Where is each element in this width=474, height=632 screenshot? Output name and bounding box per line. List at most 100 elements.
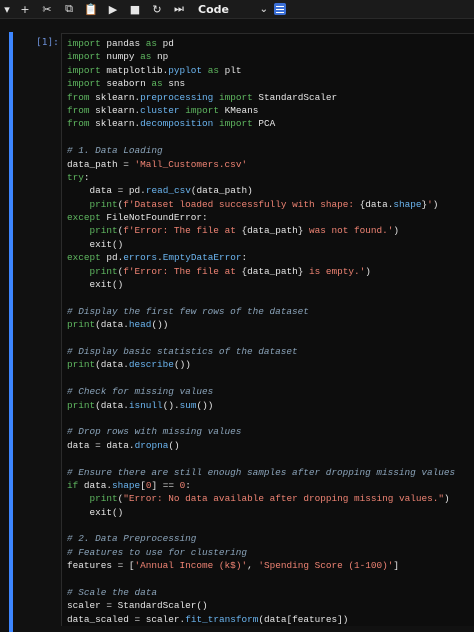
code-token: errors <box>123 252 158 264</box>
code-token: {data <box>359 198 388 210</box>
code-line: # Features to use for clustering <box>67 546 455 559</box>
restart-icon[interactable]: ↻ <box>146 0 168 19</box>
code-token: was not found.' <box>303 225 394 237</box>
code-token: PCA <box>252 118 276 130</box>
code-token: matplotlib <box>100 64 163 76</box>
code-token: pd <box>100 252 118 264</box>
code-token: pd <box>157 38 174 49</box>
code-token: ()) <box>196 399 214 411</box>
code-token: () <box>168 439 180 451</box>
code-token: except <box>67 212 101 224</box>
code-token: ] <box>151 479 163 491</box>
code-token: # Features to use for clustering <box>67 546 248 558</box>
save-icon[interactable]: ▾ <box>0 0 14 19</box>
code-token: pandas <box>100 38 146 49</box>
code-token: # Scale the data <box>67 587 158 599</box>
code-token: try <box>67 171 84 183</box>
cut-icon[interactable]: ✂ <box>36 0 58 19</box>
code-token: sum <box>179 399 197 411</box>
run-icon[interactable]: ▶ <box>102 0 124 19</box>
code-line: data_path = 'Mall_Customers.csv' <box>67 158 455 171</box>
code-token: {data_path} <box>241 225 304 237</box>
code-token: describe <box>128 359 174 371</box>
code-token: # 2. Data Preprocessing <box>67 533 197 545</box>
code-token: pyplot <box>168 64 203 76</box>
code-token: data_scaled <box>67 613 135 625</box>
run-all-icon[interactable]: ⏭ <box>168 0 190 19</box>
code-token: plt <box>218 64 242 76</box>
code-token: (data_path) <box>190 185 253 197</box>
code-line: print(f'Dataset loaded successfully with… <box>67 198 455 211</box>
code-token: np <box>151 51 169 63</box>
code-token: ) <box>432 198 439 210</box>
code-token: as <box>145 38 158 49</box>
code-line: print("Error: No data available after dr… <box>67 492 455 505</box>
code-line: exit() <box>67 238 455 251</box>
code-line: scaler = StandardScaler() <box>67 599 455 612</box>
code-line: # Ensure there are still enough samples … <box>67 466 455 479</box>
code-line: # Check for missing values <box>67 385 455 398</box>
code-token: (data <box>95 399 124 411</box>
code-token: () <box>162 399 174 411</box>
code-token: # Ensure there are still enough samples … <box>67 466 456 478</box>
code-content[interactable]: import pandas as pd import numpy as np imp… <box>67 37 455 626</box>
code-token: f'Error: The file at <box>123 225 242 237</box>
command-palette-icon[interactable] <box>274 3 286 15</box>
chevron-down-icon: ⌄ <box>259 3 268 15</box>
code-line: print(data.describe()) <box>67 358 455 371</box>
code-line: from sklearn.preprocessing import Standa… <box>67 91 455 104</box>
paste-icon[interactable]: 📋 <box>80 0 102 19</box>
code-token: as <box>140 51 152 63</box>
code-token: features <box>67 560 118 572</box>
code-token: print <box>67 319 96 331</box>
execution-prompt: [1]: <box>36 37 59 48</box>
code-token: {data_path} <box>241 265 304 277</box>
copy-icon[interactable]: ⧉ <box>58 0 80 19</box>
code-token: data <box>67 185 118 197</box>
cell-type-dropdown[interactable]: Code ⌄ <box>198 1 268 18</box>
code-token: head <box>128 319 152 331</box>
code-token: # Display basic statistics of the datase… <box>67 345 298 357</box>
code-token: import <box>218 118 253 130</box>
code-token: preprocessing <box>140 91 214 103</box>
cell-type-label: Code <box>198 2 229 16</box>
code-token: ()) <box>151 319 169 331</box>
code-token: numpy <box>100 51 141 63</box>
code-token: StandardScaler <box>252 91 338 103</box>
code-token: sklearn <box>89 104 135 116</box>
code-token: f'Error: The file at <box>123 265 242 277</box>
stop-icon[interactable]: ■ <box>124 0 146 19</box>
code-token: from <box>67 118 90 130</box>
code-token: isnull <box>128 399 163 411</box>
code-token: cluster <box>140 104 180 116</box>
code-token: pd <box>123 185 141 197</box>
code-token: from <box>67 91 90 103</box>
code-token: EmptyDataError <box>162 252 242 264</box>
code-line: data_scaled = scaler.fit_transform(data[… <box>67 613 455 626</box>
code-line: import numpy as np <box>67 50 455 63</box>
code-token: data <box>100 439 129 451</box>
code-line: # 1. Data Loading <box>67 144 455 157</box>
code-token: (data[features]) <box>258 613 349 625</box>
cell-selection-bar <box>9 32 13 632</box>
code-token: ) <box>393 225 399 237</box>
code-token: import <box>67 64 101 76</box>
code-token: (data <box>95 359 124 371</box>
code-token: sklearn <box>89 118 135 130</box>
code-token: 'Spending Score (1-100)' <box>258 560 394 572</box>
add-cell-icon[interactable]: + <box>14 0 36 19</box>
code-line: # Scale the data <box>67 586 455 599</box>
code-line: from sklearn.decomposition import PCA <box>67 117 455 130</box>
code-token: fit_transform <box>185 613 259 625</box>
code-line: except FileNotFoundError: <box>67 211 455 224</box>
code-line: print(f'Error: The file at {data_path} i… <box>67 265 455 278</box>
notebook-toolbar: ▾ + ✂ ⧉ 📋 ▶ ■ ↻ ⏭ Code ⌄ <box>0 0 474 19</box>
code-token: is empty.' <box>303 265 366 277</box>
code-line: import seaborn as sns <box>67 77 455 90</box>
code-line: # Drop rows with missing values <box>67 425 455 438</box>
code-token: from <box>67 104 90 116</box>
